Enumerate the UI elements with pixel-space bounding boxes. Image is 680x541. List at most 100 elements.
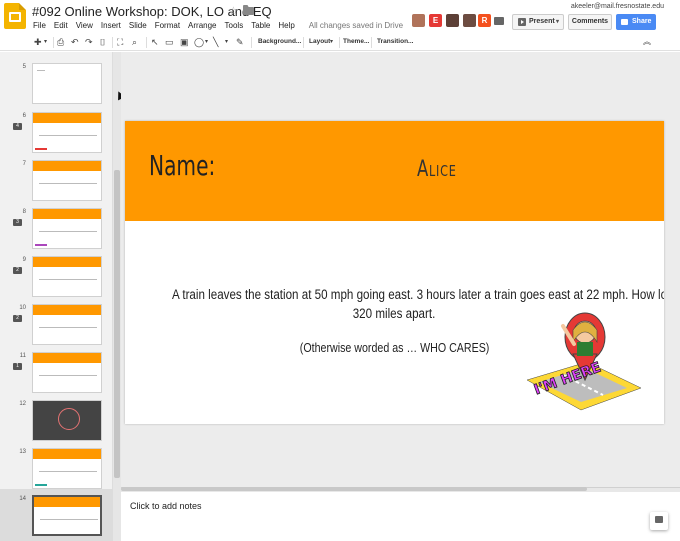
thumb-text-line bbox=[39, 231, 97, 232]
thumb-text-line bbox=[39, 135, 97, 136]
background-button[interactable]: Background... bbox=[258, 38, 301, 45]
new-slide-icon[interactable]: ✚ bbox=[34, 36, 42, 48]
name-value[interactable]: Alice bbox=[417, 157, 457, 182]
collaborator-avatar[interactable] bbox=[463, 14, 476, 27]
thumb-accent bbox=[35, 484, 47, 486]
canvas-horizontal-scrollbar[interactable] bbox=[121, 487, 587, 491]
add-comment-icon[interactable] bbox=[650, 512, 668, 530]
comment-count-badge[interactable]: 1 bbox=[13, 363, 22, 370]
slide-thumbnail[interactable] bbox=[32, 400, 102, 441]
im-here-sticker[interactable]: I'M HERE bbox=[525, 302, 643, 422]
comment-add-icon[interactable]: ✎ bbox=[236, 36, 244, 48]
slide-number: 11 bbox=[19, 353, 26, 359]
account-email[interactable]: akeeler@mail.fresnostate.edu bbox=[571, 3, 664, 10]
undo-icon[interactable]: ↶ bbox=[71, 36, 79, 48]
chevron-down-icon[interactable]: ▾ bbox=[556, 15, 559, 29]
print-icon[interactable]: ⎙ bbox=[57, 36, 64, 48]
comment-count-badge[interactable]: 2 bbox=[13, 315, 22, 322]
chevron-down-icon[interactable]: ▾ bbox=[205, 36, 208, 48]
comment-count-badge[interactable]: 4 bbox=[13, 123, 22, 130]
toolbar-divider bbox=[371, 37, 372, 48]
name-label[interactable]: Name: bbox=[149, 149, 215, 182]
slide-thumbnail[interactable] bbox=[32, 112, 102, 153]
thumb-banner bbox=[33, 257, 101, 267]
slide-number: 13 bbox=[19, 449, 26, 455]
slide-thumbnail[interactable] bbox=[32, 208, 102, 249]
toolbar-divider bbox=[53, 37, 54, 48]
menu-table[interactable]: Table bbox=[251, 21, 270, 30]
menu-help[interactable]: Help bbox=[278, 21, 294, 30]
comment-count-badge[interactable]: 3 bbox=[13, 219, 22, 226]
notes-placeholder[interactable]: Click to add notes bbox=[130, 501, 202, 511]
theme-button[interactable]: Theme... bbox=[343, 38, 369, 45]
slide-thumbnail[interactable] bbox=[32, 160, 102, 201]
thumb-text-line bbox=[39, 183, 97, 184]
star-icon[interactable]: ☆ bbox=[228, 4, 239, 18]
collaborator-avatar[interactable]: E bbox=[429, 14, 442, 27]
slide-thumbnail[interactable] bbox=[32, 495, 102, 536]
chat-icon[interactable] bbox=[494, 17, 504, 25]
menu-insert[interactable]: Insert bbox=[101, 21, 121, 30]
menu-view[interactable]: View bbox=[76, 21, 93, 30]
toolbar-divider bbox=[146, 37, 147, 48]
transition-button[interactable]: Transition... bbox=[377, 38, 413, 45]
menu-file[interactable]: File bbox=[33, 21, 46, 30]
menu-slide[interactable]: Slide bbox=[129, 21, 147, 30]
text-box-icon[interactable]: ▭ bbox=[165, 36, 174, 48]
problem-line-2: 320 miles apart. bbox=[353, 306, 436, 321]
thumb-text-line bbox=[39, 375, 97, 376]
slide-number: 12 bbox=[19, 401, 26, 407]
line-icon[interactable]: ╲ bbox=[213, 36, 218, 48]
slide-thumbnail[interactable] bbox=[32, 448, 102, 489]
paint-format-icon[interactable]: ⌷ bbox=[100, 36, 105, 48]
thumb-text-line bbox=[37, 70, 45, 71]
slide-thumbnail[interactable] bbox=[32, 256, 102, 297]
comment-count-badge[interactable]: 2 bbox=[13, 267, 22, 274]
shape-icon[interactable]: ◯ bbox=[194, 36, 204, 48]
save-status[interactable]: All changes saved in Drive bbox=[309, 21, 403, 30]
thumb-banner bbox=[33, 209, 101, 219]
folder-icon[interactable] bbox=[243, 5, 254, 15]
collaborator-avatar[interactable]: R bbox=[478, 14, 491, 27]
redo-icon[interactable]: ↷ bbox=[85, 36, 93, 48]
slide-number: 7 bbox=[22, 161, 26, 167]
present-label: Present bbox=[529, 18, 555, 25]
slide-number: 8 bbox=[22, 209, 26, 215]
thumb-circle bbox=[58, 408, 80, 430]
zoom-fit-icon[interactable]: ⛶ bbox=[117, 36, 123, 48]
share-label: Share bbox=[632, 18, 652, 25]
present-button[interactable]: Present ▾ bbox=[512, 14, 564, 30]
collaborator-avatar[interactable] bbox=[446, 14, 459, 27]
collapse-toolbar-icon[interactable]: ︽ bbox=[643, 36, 651, 48]
slide-number: 9 bbox=[22, 257, 26, 263]
zoom-icon[interactable]: ⌕ bbox=[132, 36, 137, 48]
slide-thumbnail[interactable] bbox=[32, 352, 102, 393]
chevron-down-icon[interactable]: ▾ bbox=[44, 36, 47, 48]
slide-number: 5 bbox=[22, 64, 26, 70]
menu-format[interactable]: Format bbox=[155, 21, 180, 30]
thumb-accent bbox=[35, 244, 47, 246]
image-icon[interactable]: ▣ bbox=[180, 36, 189, 48]
thumb-accent bbox=[35, 148, 47, 150]
layout-button[interactable]: Layout bbox=[309, 38, 330, 45]
share-button[interactable]: Share bbox=[616, 14, 656, 30]
speaker-notes[interactable]: Click to add notes bbox=[121, 492, 680, 541]
collaborator-avatar[interactable] bbox=[412, 14, 425, 27]
slide-thumbnail[interactable] bbox=[32, 304, 102, 345]
menu-tools[interactable]: Tools bbox=[225, 21, 244, 30]
thumb-banner bbox=[33, 113, 101, 123]
lock-icon bbox=[621, 19, 628, 25]
thumb-text-line bbox=[40, 519, 98, 520]
chevron-down-icon[interactable]: ▾ bbox=[330, 36, 333, 48]
select-cursor-icon[interactable]: ↖ bbox=[151, 36, 159, 48]
menu-bar: File Edit View Insert Slide Format Arran… bbox=[33, 21, 411, 30]
filmstrip-scrollbar-thumb[interactable] bbox=[114, 170, 120, 478]
menu-arrange[interactable]: Arrange bbox=[188, 21, 216, 30]
thumb-text-line bbox=[39, 279, 97, 280]
menu-edit[interactable]: Edit bbox=[54, 21, 68, 30]
slide-thumbnail[interactable] bbox=[32, 63, 102, 104]
slides-logo-icon[interactable] bbox=[4, 3, 26, 29]
thumb-banner bbox=[33, 305, 101, 315]
chevron-down-icon[interactable]: ▾ bbox=[225, 36, 228, 48]
comments-button[interactable]: Comments bbox=[568, 14, 612, 30]
